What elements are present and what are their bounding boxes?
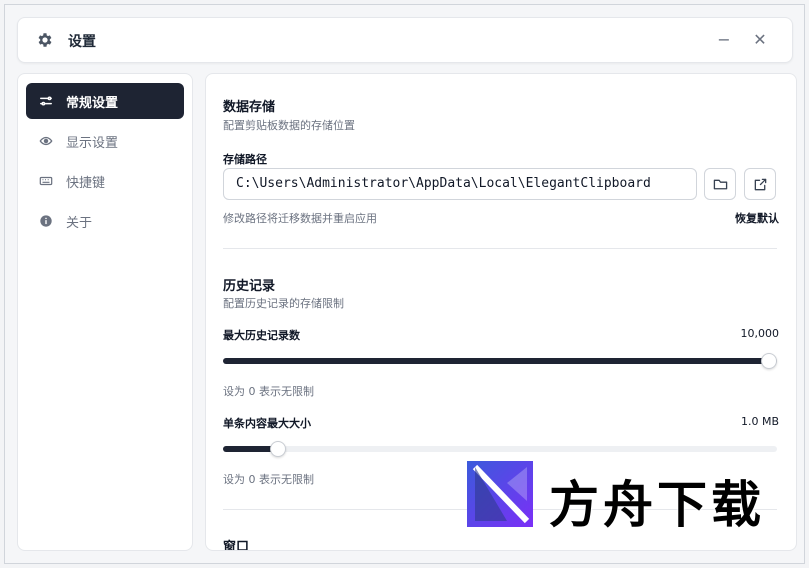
- storage-section-title: 数据存储: [223, 100, 276, 115]
- section-divider: [223, 248, 777, 249]
- reset-default-button[interactable]: 恢复默认: [735, 210, 779, 226]
- sidebar-item-label: 关于: [66, 215, 93, 231]
- window-section-title: 窗口: [223, 540, 250, 551]
- sidebar-item-general[interactable]: 常规设置: [26, 83, 184, 119]
- storage-path-label: 存储路径: [223, 153, 267, 166]
- sidebar-item-about[interactable]: 关于: [26, 203, 184, 239]
- slider-thumb[interactable]: [270, 441, 287, 457]
- slider-track: [223, 446, 777, 452]
- eye-icon: [38, 133, 54, 149]
- max-size-label: 单条内容最大大小: [223, 417, 311, 430]
- watermark-text: 方舟下载: [549, 476, 765, 534]
- history-section-desc: 配置历史记录的存储限制: [223, 297, 344, 310]
- close-button[interactable]: ✕: [748, 28, 772, 52]
- watermark-logo: [467, 461, 533, 527]
- sliders-icon: [38, 93, 54, 109]
- title-bar: 设置 − ✕: [17, 17, 793, 63]
- browse-folder-button[interactable]: [704, 168, 736, 200]
- max-records-value: 10,000: [740, 327, 780, 340]
- storage-section-desc: 配置剪贴板数据的存储位置: [223, 119, 355, 132]
- max-records-hint: 设为 0 表示无限制: [223, 385, 314, 398]
- info-icon: [38, 213, 54, 229]
- settings-window: 设置 − ✕ 常规设置 显示设置 快捷键 关于 数据存储 配置剪贴板数据的存储位…: [4, 4, 805, 564]
- slider-fill: [223, 358, 777, 364]
- sidebar-item-label: 快捷键: [66, 175, 106, 191]
- sidebar-item-label: 显示设置: [66, 135, 119, 151]
- max-size-value: 1.0 MB: [740, 415, 779, 428]
- max-records-label: 最大历史记录数: [223, 329, 300, 342]
- watermark: 方舟下载: [467, 461, 775, 534]
- sidebar-item-label: 常规设置: [66, 95, 119, 111]
- history-section-title: 历史记录: [223, 279, 276, 294]
- gear-icon: [38, 33, 52, 47]
- external-link-icon: [754, 178, 766, 190]
- max-size-slider[interactable]: [223, 441, 777, 457]
- sidebar: 常规设置 显示设置 快捷键 关于: [17, 73, 193, 551]
- folder-icon: [713, 179, 727, 189]
- keyboard-icon: [38, 173, 54, 189]
- window-title: 设置: [68, 34, 96, 50]
- storage-path-input[interactable]: C:\Users\Administrator\AppData\Local\Ele…: [223, 168, 697, 200]
- storage-path-hint: 修改路径将迁移数据并重启应用: [223, 212, 377, 225]
- minimize-button[interactable]: −: [712, 28, 736, 52]
- sidebar-item-shortcuts[interactable]: 快捷键: [26, 163, 184, 199]
- slider-thumb[interactable]: [761, 353, 777, 369]
- max-size-hint: 设为 0 表示无限制: [223, 473, 314, 486]
- max-records-slider[interactable]: [223, 353, 777, 369]
- open-folder-button[interactable]: [744, 168, 776, 200]
- sidebar-item-display[interactable]: 显示设置: [26, 123, 184, 159]
